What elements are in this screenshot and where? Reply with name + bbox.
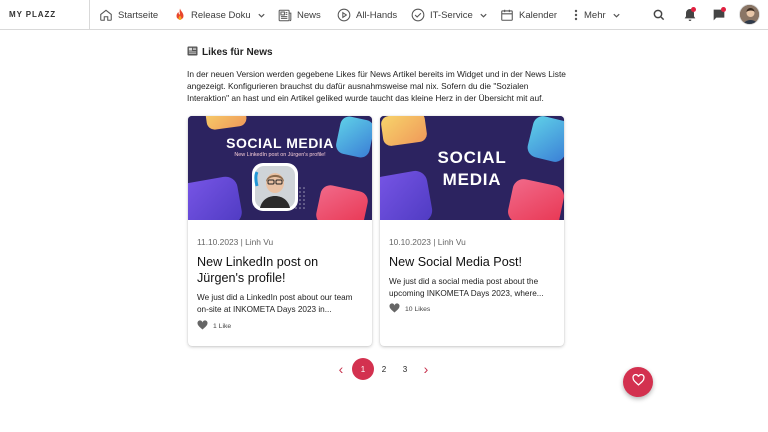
brand-logo[interactable]: MY PLAZZ: [0, 0, 90, 30]
more-vertical-icon: [573, 9, 579, 21]
pagination-next-button[interactable]: ›: [415, 358, 437, 380]
play-circle-icon: [337, 8, 351, 22]
notification-dot: [721, 7, 726, 12]
pagination-page-3[interactable]: 3: [394, 358, 416, 380]
chevron-down-icon: [479, 11, 488, 20]
like-counter[interactable]: 1 Like: [197, 320, 231, 332]
nav-label: Kalender: [519, 9, 558, 21]
news-card[interactable]: SOCIAL MEDIA New LinkedIn post on Jürgen…: [188, 116, 372, 346]
card-body: 11.10.2023 | Linh Vu New LinkedIn post o…: [197, 220, 363, 315]
chat-icon[interactable]: [711, 7, 727, 23]
pagination-page-1[interactable]: 1: [352, 358, 374, 380]
check-circle-icon: [411, 8, 425, 22]
card-excerpt: We just did a LinkedIn post about our te…: [197, 293, 353, 314]
heart-outline-icon: [631, 373, 645, 391]
article-intro: Likes für News In der neuen Version werd…: [187, 44, 567, 104]
nav-label: Release Doku: [191, 9, 251, 21]
card-title[interactable]: New LinkedIn post on Jürgen's profile!: [197, 254, 363, 286]
like-fab-button[interactable]: [623, 367, 653, 397]
chevron-down-icon: [612, 11, 621, 20]
top-navigation-bar: MY PLAZZ Startseite Release Doku News Al…: [0, 0, 768, 30]
nav-label: News: [297, 9, 321, 21]
nav-item-all-hands[interactable]: All-Hands: [337, 0, 397, 30]
like-count: 1 Like: [213, 322, 232, 330]
article-header: Likes für News: [187, 44, 567, 60]
card-meta: 10.10.2023 | Linh Vu: [389, 237, 466, 247]
nav-label: All-Hands: [356, 9, 398, 21]
newspaper-icon: [278, 9, 292, 22]
heart-icon: [197, 320, 208, 332]
nav-item-release-doku[interactable]: Release Doku: [174, 0, 266, 30]
nav-label: Startseite: [118, 9, 159, 21]
home-icon: [99, 8, 113, 22]
nav-label: IT-Service: [430, 9, 473, 21]
like-count: 10 Likes: [405, 305, 431, 313]
card-body: 10.10.2023 | Linh Vu New Social Media Po…: [389, 220, 555, 299]
nav-item-mehr[interactable]: Mehr: [573, 0, 621, 30]
card-excerpt: We just did a social media post about th…: [389, 277, 544, 298]
newspaper-icon: [187, 45, 198, 59]
heart-icon: [389, 303, 400, 315]
card-image-title-line2: MEDIA: [442, 170, 502, 189]
bell-icon[interactable]: [682, 7, 698, 23]
nav-item-it-service[interactable]: IT-Service: [411, 0, 488, 30]
search-icon[interactable]: [651, 7, 667, 23]
card-image: SOCIAL MEDIA New LinkedIn post on Jürgen…: [188, 116, 372, 220]
nav-item-kalender[interactable]: Kalender: [500, 0, 557, 30]
nav-item-startseite[interactable]: Startseite: [99, 0, 158, 30]
news-card[interactable]: SOCIAL MEDIA 10.10.2023 | Linh Vu New So…: [380, 116, 564, 346]
nav-label: Mehr: [584, 9, 606, 21]
avatar[interactable]: [739, 4, 760, 25]
card-image-title-line1: SOCIAL: [437, 148, 507, 167]
card-title[interactable]: New Social Media Post!: [389, 254, 555, 270]
card-image-title: SOCIAL MEDIA: [226, 135, 334, 151]
notification-dot: [691, 7, 696, 12]
article-body: In der neuen Version werden gegebene Lik…: [187, 69, 566, 103]
flame-icon: [174, 8, 186, 22]
nav-item-news[interactable]: News: [278, 0, 321, 30]
card-image-subtitle: New LinkedIn post on Jürgen's profile!: [234, 152, 326, 158]
pagination-page-2[interactable]: 2: [373, 358, 395, 380]
like-counter[interactable]: 10 Likes: [389, 303, 430, 315]
calendar-icon: [500, 8, 514, 22]
chevron-down-icon: [257, 11, 266, 20]
card-image: SOCIAL MEDIA: [380, 116, 564, 220]
card-meta: 11.10.2023 | Linh Vu: [197, 237, 274, 247]
brand-name: MY PLAZZ: [9, 10, 57, 19]
pagination-prev-button[interactable]: ‹: [330, 358, 352, 380]
article-title: Likes für News: [202, 46, 273, 58]
